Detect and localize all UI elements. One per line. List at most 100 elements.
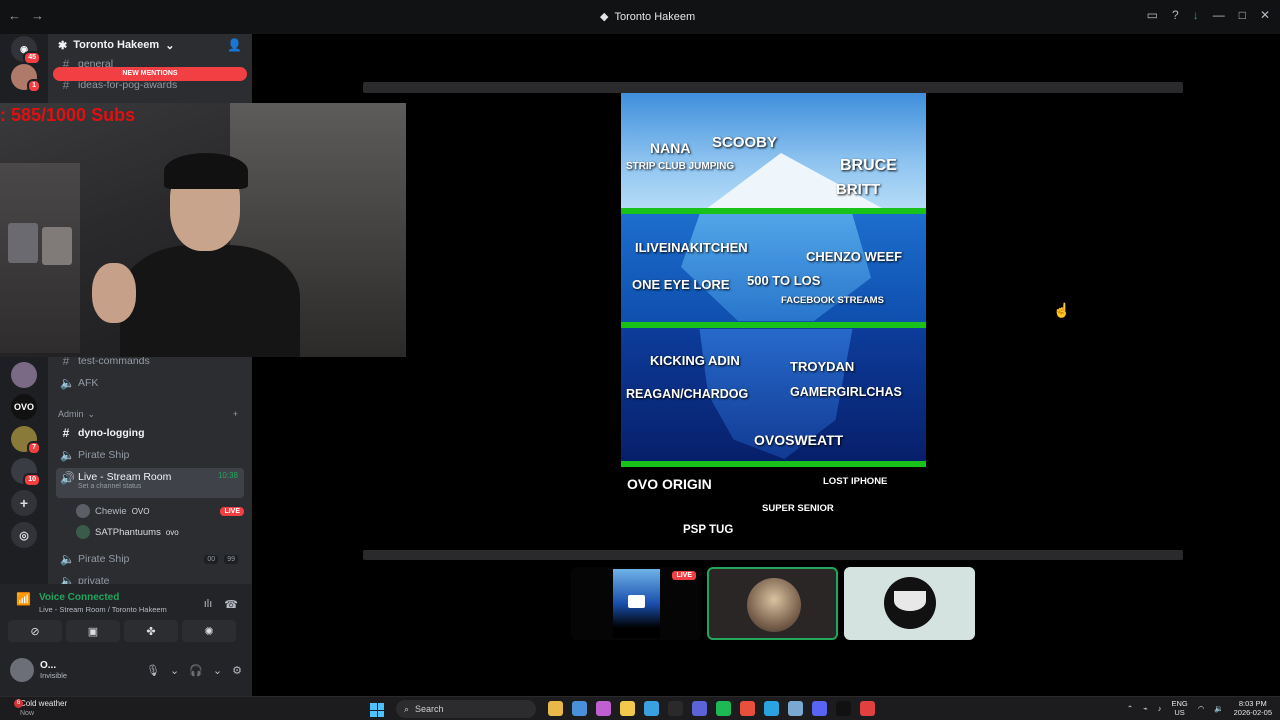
taskbar-app-icon[interactable] <box>644 701 659 716</box>
discover-icon[interactable]: ◎ <box>11 522 37 548</box>
channel-pirate-ship[interactable]: 🔈 Pirate Ship <box>56 445 244 465</box>
iceberg-label: 500 TO LOS <box>747 273 821 288</box>
ovo-server-icon[interactable]: OVO <box>11 394 37 420</box>
webcam-overlay: : 585/1000 Subs <box>0 103 406 357</box>
channel-pirate-ship[interactable]: 🔈 Pirate Ship 00 99 <box>56 549 244 569</box>
iceberg-label: TROYDAN <box>790 359 855 374</box>
back-arrow-icon[interactable]: ← <box>8 8 21 23</box>
microphone-icon[interactable]: 🎙 <box>146 664 160 677</box>
hand-cursor-icon: ☝ <box>1053 302 1071 318</box>
streamer <box>92 153 310 357</box>
voice-location[interactable]: Live - Stream Room / Toronto Hakeem <box>39 605 167 614</box>
new-mentions-banner[interactable]: NEW MENTIONS <box>53 67 247 81</box>
weather-widget[interactable]: 6 Cold weather Now <box>14 699 67 719</box>
volume-icon[interactable]: 🔉 <box>1214 704 1223 713</box>
inbox-icon[interactable]: ▭ <box>1147 8 1158 22</box>
direct-messages-icon[interactable]: ◉ 45 <box>11 36 41 65</box>
taskbar-app-icon[interactable] <box>788 701 803 716</box>
channel-private[interactable]: 🔈 private <box>56 571 244 584</box>
taskbar-app-icon[interactable] <box>620 701 635 716</box>
user-tag: OVO <box>131 506 150 516</box>
divider-line <box>621 461 926 467</box>
chevron-down-icon[interactable]: ⌄ <box>170 664 179 677</box>
voice-user[interactable]: Chewie OVO LIVE <box>76 501 244 521</box>
windows-start-icon[interactable] <box>370 703 384 717</box>
chevron-up-icon[interactable]: ⌃ <box>1127 704 1133 713</box>
headphones-icon[interactable]: 🎧 <box>189 664 203 677</box>
avatar <box>76 525 90 539</box>
taskbar-app-icon[interactable] <box>572 701 587 716</box>
search-placeholder: Search <box>415 704 444 714</box>
taskbar-app-icon[interactable] <box>740 701 755 716</box>
iceberg-label: CHENZO WEEF <box>806 249 903 264</box>
taskbar-app-icon[interactable] <box>764 701 779 716</box>
category-admin[interactable]: Admin ⌄ + <box>58 409 238 420</box>
ovo-server-label: OVO <box>13 402 34 412</box>
taskbar-app-icon[interactable] <box>860 701 875 716</box>
divider-line <box>621 322 926 328</box>
channel-label: private <box>78 575 110 584</box>
stream-thumbnail[interactable]: LIVE <box>571 567 702 640</box>
iceberg-label: FACEBOOK STREAMS <box>781 295 884 306</box>
network-icon[interactable]: ⌁ <box>1143 704 1148 713</box>
taskbar-app-icon[interactable] <box>812 701 827 716</box>
taskbar-app-icon[interactable] <box>668 701 683 716</box>
server-header[interactable]: ✱ Toronto Hakeem ⌄ 👤 <box>48 34 252 56</box>
system-tray: ⌃ ⌁ ♪ ENG US ◠ 🔉 8:03 PM 2026-02-05 <box>1127 699 1272 717</box>
user-controls: 🎙 ⌄ 🎧 ⌄ ⚙ <box>146 664 242 677</box>
add-server-icon[interactable]: + <box>11 490 37 516</box>
window-title: ◆ Toronto Hakeem <box>600 10 695 24</box>
server-avatar[interactable] <box>11 362 37 388</box>
iceberg-label: PSP TUG <box>683 524 734 536</box>
disconnect-icon[interactable]: ☎ <box>224 598 238 611</box>
iceberg-label: BRITT <box>836 181 881 198</box>
mic-tray-icon[interactable]: ♪ <box>1158 704 1162 713</box>
weather-badge: 6 <box>14 699 23 708</box>
voice-buttons: ⊘ ▣ ✤ ✺ <box>8 620 236 642</box>
chevron-down-icon: ⌄ <box>87 409 96 419</box>
download-icon[interactable]: ↓ <box>1193 8 1199 22</box>
close-icon[interactable]: ✕ <box>1260 8 1270 22</box>
taskbar-app-icon[interactable] <box>596 701 611 716</box>
clock-time: 8:03 PM <box>1238 699 1267 708</box>
avatar[interactable] <box>10 658 34 682</box>
voice-user[interactable]: SATPhantuums ovo <box>76 522 244 542</box>
channel-live-stream-room[interactable]: 🔊 Live - Stream Room 10:38 Set a channel… <box>56 468 244 498</box>
channel-status-prompt[interactable]: Set a channel status <box>78 483 238 490</box>
screen-share-button[interactable]: ▣ <box>66 620 120 642</box>
minimize-icon[interactable]: — <box>1213 8 1225 22</box>
category-label: Admin <box>58 409 84 419</box>
noise-suppression-icon[interactable]: ılı <box>204 598 213 611</box>
settings-gear-icon[interactable]: ⚙ <box>232 664 242 677</box>
taskbar-apps <box>548 701 875 716</box>
camera-off-button[interactable]: ⊘ <box>8 620 62 642</box>
help-icon[interactable]: ? <box>1172 8 1179 22</box>
language-indicator[interactable]: ENG US <box>1171 699 1187 717</box>
live-badge: LIVE <box>672 571 696 580</box>
chevron-down-icon[interactable]: ⌄ <box>213 664 222 677</box>
forward-arrow-icon[interactable]: → <box>31 8 44 23</box>
channel-afk[interactable]: 🔈 AFK <box>56 373 244 393</box>
voice-timer: 10:38 <box>217 471 238 480</box>
activities-button[interactable]: ✤ <box>124 620 178 642</box>
user-name: SATPhantuums <box>95 526 161 538</box>
taskbar-app-icon[interactable] <box>716 701 731 716</box>
clock[interactable]: 8:03 PM 2026-02-05 <box>1234 699 1272 717</box>
server-avatar[interactable]: 10 <box>11 458 41 487</box>
channel-dyno-logging[interactable]: # dyno-logging <box>56 423 244 443</box>
taskbar-search[interactable]: ⌕ Search <box>396 700 536 718</box>
participant-tile[interactable] <box>844 567 975 640</box>
soundboard-button[interactable]: ✺ <box>182 620 236 642</box>
participant-tile[interactable] <box>707 567 838 640</box>
wifi-icon[interactable]: ◠ <box>1198 704 1205 713</box>
taskbar-app-icon[interactable] <box>548 701 563 716</box>
invite-icon[interactable]: 👤 <box>227 38 242 52</box>
taskbar-app-icon[interactable] <box>692 701 707 716</box>
window-actions: ▭ ? ↓ — □ ✕ <box>1147 8 1270 22</box>
taskbar-app-icon[interactable] <box>836 701 851 716</box>
server-avatar[interactable]: 1 <box>11 64 41 93</box>
maximize-icon[interactable]: □ <box>1239 8 1246 22</box>
signal-icon[interactable]: 📶 <box>16 592 31 614</box>
server-avatar[interactable]: 7 <box>11 426 41 455</box>
add-channel-icon[interactable]: + <box>233 409 238 420</box>
